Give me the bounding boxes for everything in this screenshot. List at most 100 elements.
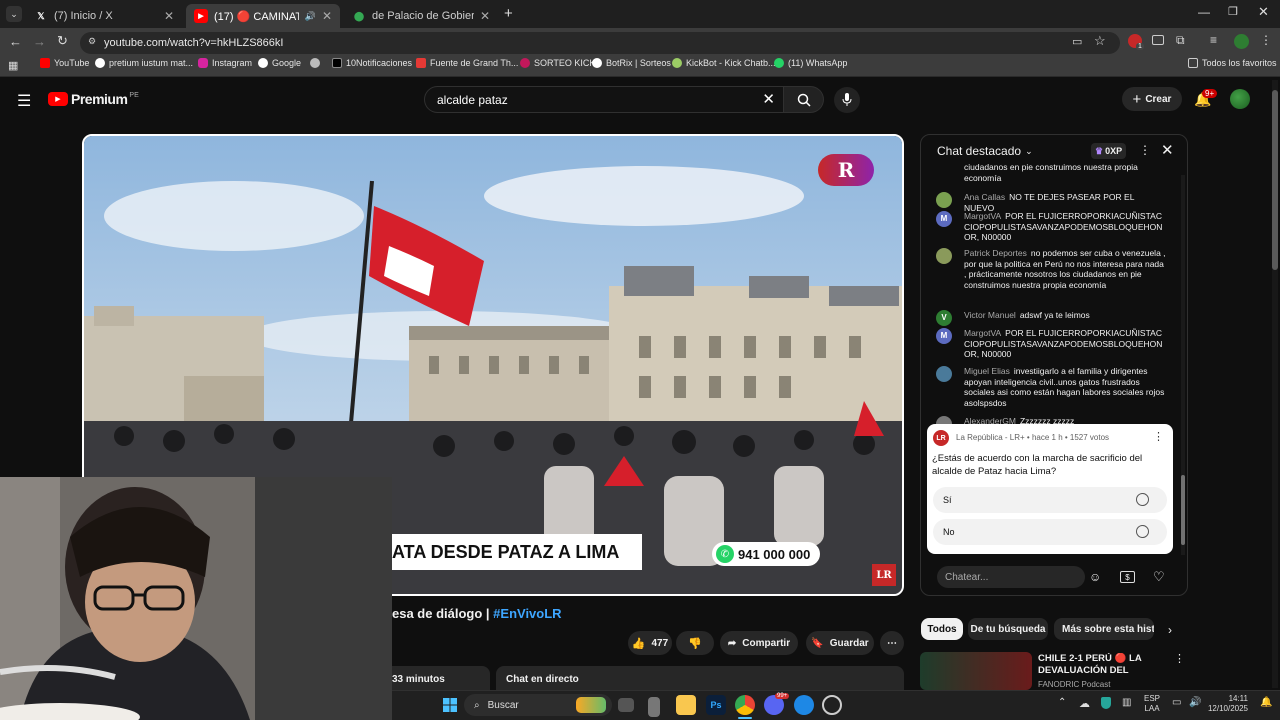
- wifi-icon[interactable]: ▭: [1172, 697, 1181, 708]
- cloud-icon[interactable]: ☁: [1079, 697, 1090, 710]
- photoshop-icon[interactable]: Ps: [706, 695, 726, 715]
- maps-pin-icon: ⬤: [353, 10, 365, 21]
- app-blue-icon[interactable]: [794, 695, 814, 715]
- tab-search-button[interactable]: ⌄: [6, 6, 22, 22]
- chat-scrollbar[interactable]: [1181, 175, 1185, 555]
- language-indicator[interactable]: ESP LAA: [1144, 694, 1160, 714]
- back-icon[interactable]: ←: [9, 34, 22, 49]
- taskbar-search[interactable]: ⌕ Buscar: [464, 694, 612, 716]
- hamburger-menu-icon[interactable]: ☰: [17, 91, 31, 111]
- file-explorer-icon[interactable]: [676, 695, 696, 715]
- address-bar[interactable]: ⚙ youtube.com/watch?v=hkHLZS866kI: [80, 32, 1120, 54]
- font-icon: [416, 58, 426, 68]
- search-button[interactable]: [784, 86, 824, 113]
- close-window-button[interactable]: ✕: [1258, 4, 1269, 20]
- poll-more-icon[interactable]: ⋮: [1153, 430, 1164, 443]
- profile-avatar[interactable]: [1234, 34, 1249, 49]
- bookmark-grand-theft[interactable]: Fuente de Grand Th...: [416, 58, 518, 68]
- chat-poll-card: LR La República - LR+ • hace 1 h • 1527 …: [927, 424, 1173, 554]
- account-avatar[interactable]: [1230, 89, 1250, 109]
- bookmark-sorteo-kick[interactable]: SORTEO KICK: [520, 58, 595, 68]
- minimize-button[interactable]: —: [1198, 5, 1210, 19]
- google-icon: [95, 58, 105, 68]
- chat-more-icon[interactable]: ⋮: [1139, 143, 1151, 157]
- apps-grid-icon[interactable]: ▦: [8, 59, 18, 72]
- scrollbar-thumb[interactable]: [1272, 90, 1278, 270]
- maximize-button[interactable]: ❐: [1228, 5, 1238, 18]
- emoji-icon[interactable]: ☺: [1089, 570, 1101, 584]
- bookmark-10notificaciones[interactable]: 10Notificaciones: [332, 58, 412, 68]
- bookmark-botrix[interactable]: BotRix | Sorteos: [592, 58, 671, 68]
- more-icon[interactable]: ⋮: [1174, 652, 1185, 665]
- like-button[interactable]: 👍 477: [628, 631, 672, 655]
- chrome-icon[interactable]: [735, 695, 755, 715]
- description-box[interactable]: 33 minutos: [392, 666, 490, 690]
- create-button[interactable]: + Crear: [1122, 87, 1182, 111]
- chip-de-tu-busqueda[interactable]: De tu búsqueda: [968, 618, 1048, 640]
- recommended-video[interactable]: CHILE 2-1 PERÚ 🔴 LA DEVALUACIÓN DEL PACÍ…: [920, 652, 1185, 690]
- bookmark-pretium[interactable]: pretium iustum mat...: [95, 58, 193, 68]
- browser-menu-icon[interactable]: ⋮: [1260, 33, 1272, 47]
- channel-points-button[interactable]: ♛ 0XP: [1091, 143, 1127, 159]
- super-chat-icon[interactable]: $: [1120, 571, 1135, 583]
- bookmark-youtube[interactable]: YouTube: [40, 58, 89, 68]
- shield-icon[interactable]: [1101, 697, 1111, 709]
- share-button[interactable]: ➦ Compartir: [720, 631, 798, 655]
- chat-replay-panel[interactable]: Chat en directo: [496, 666, 904, 690]
- more-actions-button[interactable]: ⋯: [880, 631, 904, 655]
- bookmark-instagram[interactable]: Instagram: [198, 58, 252, 68]
- dislike-button[interactable]: 👎: [676, 631, 714, 655]
- app-circle-icon[interactable]: [822, 695, 842, 715]
- close-icon[interactable]: ✕: [164, 9, 174, 23]
- poll-option-no[interactable]: No: [933, 519, 1167, 545]
- search-highlight-icon: [576, 697, 606, 713]
- bookmark-kickbot[interactable]: KickBot - Kick Chatb...: [672, 58, 776, 68]
- chip-todos[interactable]: Todos: [921, 618, 963, 640]
- cast-icon[interactable]: ▭: [1072, 35, 1082, 48]
- notification-center-icon[interactable]: 🔔: [1260, 697, 1272, 708]
- page-scrollbar[interactable]: [1272, 80, 1278, 688]
- close-icon[interactable]: ✕: [480, 9, 490, 23]
- chip-mas-sobre[interactable]: Más sobre esta histor: [1054, 618, 1154, 640]
- save-button[interactable]: 🔖 Guardar: [806, 631, 874, 655]
- forward-icon[interactable]: →: [33, 34, 46, 49]
- volume-icon[interactable]: 🔊: [1189, 697, 1201, 708]
- youtube-logo[interactable]: ▶ Premium PE: [48, 91, 139, 107]
- search-input[interactable]: alcalde pataz ✕: [424, 86, 784, 113]
- bookmark-globe[interactable]: [310, 58, 324, 68]
- tab-maps-palacio[interactable]: ⬤ de Palacio de Gobierno de la R ✕: [344, 4, 498, 28]
- x-logo-icon: [332, 58, 342, 68]
- chat-message: M MargotVA POR EL FUJICERROPORKIACUÑISTAC…: [936, 328, 1166, 360]
- speaker-icon[interactable]: 🔊: [305, 11, 316, 22]
- chat-mode-dropdown[interactable]: Chat destacado ⌄: [937, 144, 1033, 158]
- tab-youtube-caminata[interactable]: ▶ (17) 🔴 CAMINATA A PALAC 🔊 ✕: [186, 4, 340, 28]
- new-tab-button[interactable]: +: [504, 5, 513, 22]
- network-icon[interactable]: ▥: [1122, 697, 1131, 708]
- reload-icon[interactable]: ↻: [57, 33, 68, 49]
- bookmark-google[interactable]: Google: [258, 58, 301, 68]
- youtube-icon: [40, 58, 50, 68]
- app-icon[interactable]: [648, 697, 660, 717]
- scrollbar-thumb[interactable]: [1181, 475, 1185, 545]
- chevron-up-icon[interactable]: ⌃: [1058, 697, 1066, 708]
- site-info-icon[interactable]: ⚙: [88, 36, 96, 47]
- tab-groups-icon[interactable]: ≡: [1210, 33, 1217, 47]
- task-view-icon[interactable]: [618, 698, 634, 712]
- all-bookmarks[interactable]: Todos los favoritos: [1188, 58, 1277, 68]
- avatar: [936, 366, 952, 382]
- chat-close-icon[interactable]: ✕: [1161, 141, 1174, 159]
- extension-icon[interactable]: [1152, 35, 1164, 45]
- close-icon[interactable]: ✕: [322, 9, 332, 23]
- clear-search-icon[interactable]: ✕: [762, 90, 775, 108]
- poll-option-si[interactable]: Sí: [933, 487, 1167, 513]
- heart-icon[interactable]: ♡: [1153, 569, 1165, 585]
- bookmark-star-icon[interactable]: ☆: [1094, 33, 1106, 49]
- chat-input[interactable]: Chatear...: [937, 566, 1085, 588]
- clock[interactable]: 14:11 12/10/2025: [1204, 694, 1248, 714]
- chevron-right-icon[interactable]: ›: [1168, 623, 1172, 637]
- tab-x-inicio[interactable]: 𝕏 (7) Inicio / X ✕: [26, 4, 182, 28]
- voice-search-button[interactable]: [834, 87, 860, 113]
- puzzle-icon[interactable]: ⧉: [1176, 33, 1185, 48]
- bookmark-whatsapp[interactable]: (11) WhatsApp: [774, 58, 847, 68]
- windows-start-icon[interactable]: [440, 695, 460, 715]
